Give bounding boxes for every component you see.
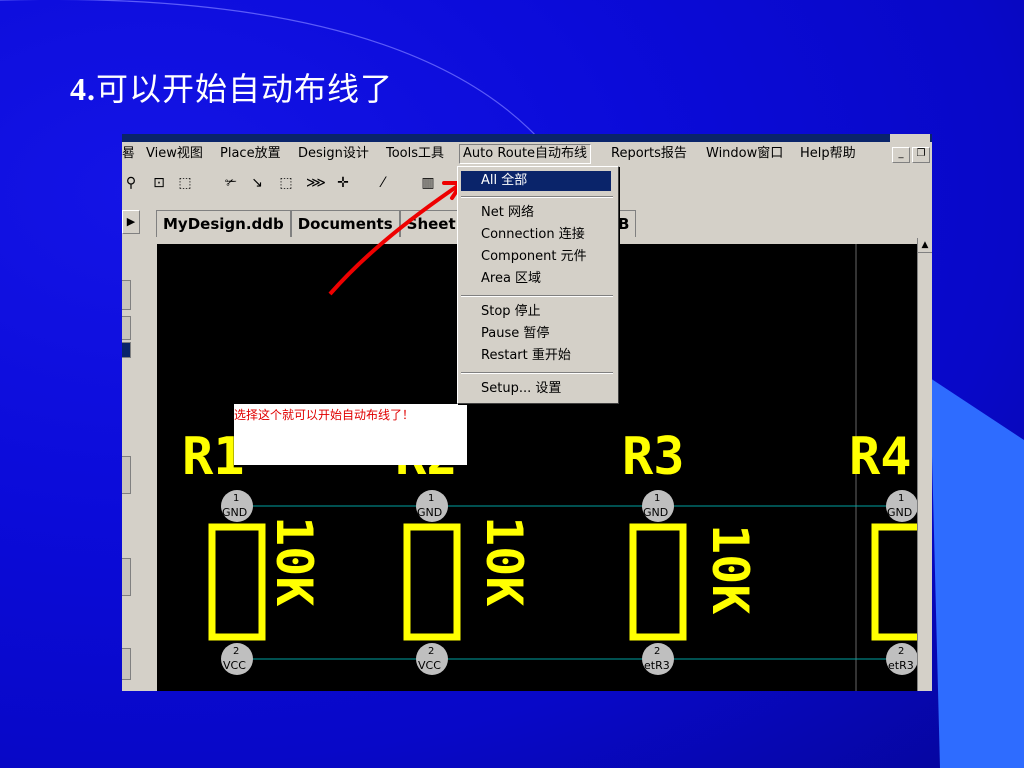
value-label: 10K: [265, 516, 323, 606]
pad-number: 1: [654, 493, 660, 504]
minimize-icon[interactable]: _: [892, 147, 910, 163]
panel-handle[interactable]: [122, 280, 131, 310]
menu-item-connection[interactable]: Connection 连接: [461, 225, 611, 245]
tab-sheet[interactable]: Sheet: [401, 211, 462, 237]
value-label: 10K: [701, 524, 759, 614]
pad-net: GND: [887, 506, 912, 519]
component-r3[interactable]: R3 10K 1 GND 2 etR3: [622, 427, 759, 675]
pad-net: VCC: [223, 659, 246, 672]
pad-net: etR3: [644, 659, 670, 672]
mdi-buttons: _ ❐: [890, 145, 930, 163]
wire-icon[interactable]: ✃: [222, 174, 240, 192]
panel-handle[interactable]: [122, 316, 131, 340]
pad-number: 1: [233, 493, 239, 504]
menu-item-setup[interactable]: Setup... 设置: [461, 379, 611, 399]
menu-item-pause[interactable]: Pause 暂停: [461, 324, 611, 344]
magic-wand-icon[interactable]: ⁄: [374, 174, 392, 192]
menu-separator: [461, 196, 613, 198]
menu-design[interactable]: Design设计: [295, 145, 372, 163]
menu-window[interactable]: Window窗口: [703, 145, 786, 163]
pad-number: 1: [898, 493, 904, 504]
pad-number: 2: [233, 646, 239, 657]
menu-auto-route[interactable]: Auto Route自动布线: [459, 144, 592, 164]
pad-net: etR3: [888, 659, 914, 672]
panel-handle[interactable]: [122, 648, 131, 680]
panel-handle[interactable]: [122, 456, 131, 494]
zoom-select-icon[interactable]: ⬚: [176, 174, 194, 192]
menu-item-net[interactable]: Net 网络: [461, 203, 611, 223]
pad-number: 2: [898, 646, 904, 657]
left-panel: [122, 238, 132, 691]
menu-item-restart[interactable]: Restart 重开始: [461, 346, 611, 366]
annotation-text: 选择这个就可以开始自动布线了！: [234, 408, 415, 422]
pad-net: GND: [643, 506, 668, 519]
menu-reports[interactable]: Reports报告: [608, 145, 690, 163]
pad-net: VCC: [418, 659, 441, 672]
panel-handle[interactable]: [122, 558, 131, 596]
menu-item-stop[interactable]: Stop 停止: [461, 302, 611, 322]
pad-number: 2: [654, 646, 660, 657]
zoom-area-icon[interactable]: ⊡: [150, 174, 168, 192]
menu-separator: [461, 372, 613, 374]
menu-tools[interactable]: Tools工具: [383, 145, 447, 163]
panel-toggle-icon[interactable]: ▶: [122, 210, 140, 234]
restore-icon[interactable]: ❐: [912, 147, 930, 163]
line-icon[interactable]: ↘: [248, 174, 266, 192]
tab-strip: MyDesign.ddb Documents Sheet: [156, 210, 463, 237]
hole-icon[interactable]: ▥: [419, 174, 437, 192]
window-titlebar: [122, 134, 932, 142]
pad-net: GND: [222, 506, 247, 519]
component-r4[interactable]: R4 1 GND 2 etR3: [849, 427, 929, 675]
menu-help[interactable]: Help帮助: [797, 145, 859, 163]
tab-mydesign[interactable]: MyDesign.ddb: [157, 211, 292, 237]
slide-title: 4.可以开始自动布线了: [70, 70, 394, 108]
auto-route-dropdown: All 全部 Net 网络 Connection 连接 Component 元件…: [457, 166, 619, 404]
menu-item-all[interactable]: All 全部: [461, 171, 611, 191]
panel-handle[interactable]: [122, 342, 131, 358]
window-buttons[interactable]: [890, 134, 930, 142]
ref-label: R3: [622, 427, 685, 487]
pad-number: 2: [428, 646, 434, 657]
annotation-box: 选择这个就可以开始自动布线了！: [234, 404, 467, 465]
tab-documents[interactable]: Documents: [292, 211, 401, 237]
pad-net: GND: [417, 506, 442, 519]
menu-place[interactable]: Place放置: [217, 145, 284, 163]
menu-bar: 晷 View视图 Place放置 Design设计 Tools工具 Auto R…: [122, 143, 932, 165]
component-icon[interactable]: ⋙: [306, 174, 326, 192]
move-icon[interactable]: ✛: [334, 174, 352, 192]
vertical-scrollbar[interactable]: ▲: [917, 238, 932, 691]
menu-separator: [461, 295, 613, 297]
menu-view[interactable]: View视图: [143, 145, 206, 163]
pad-number: 1: [428, 493, 434, 504]
value-label: 10K: [475, 516, 533, 606]
rect-select-icon[interactable]: ⬚: [277, 174, 295, 192]
menu-file[interactable]: 晷: [122, 145, 138, 163]
scroll-up-icon[interactable]: ▲: [918, 238, 932, 253]
menu-item-component[interactable]: Component 元件: [461, 247, 611, 267]
ref-label: R4: [849, 427, 912, 487]
menu-item-area[interactable]: Area 区域: [461, 269, 611, 289]
zoom-out-icon[interactable]: ⚲: [122, 174, 140, 192]
